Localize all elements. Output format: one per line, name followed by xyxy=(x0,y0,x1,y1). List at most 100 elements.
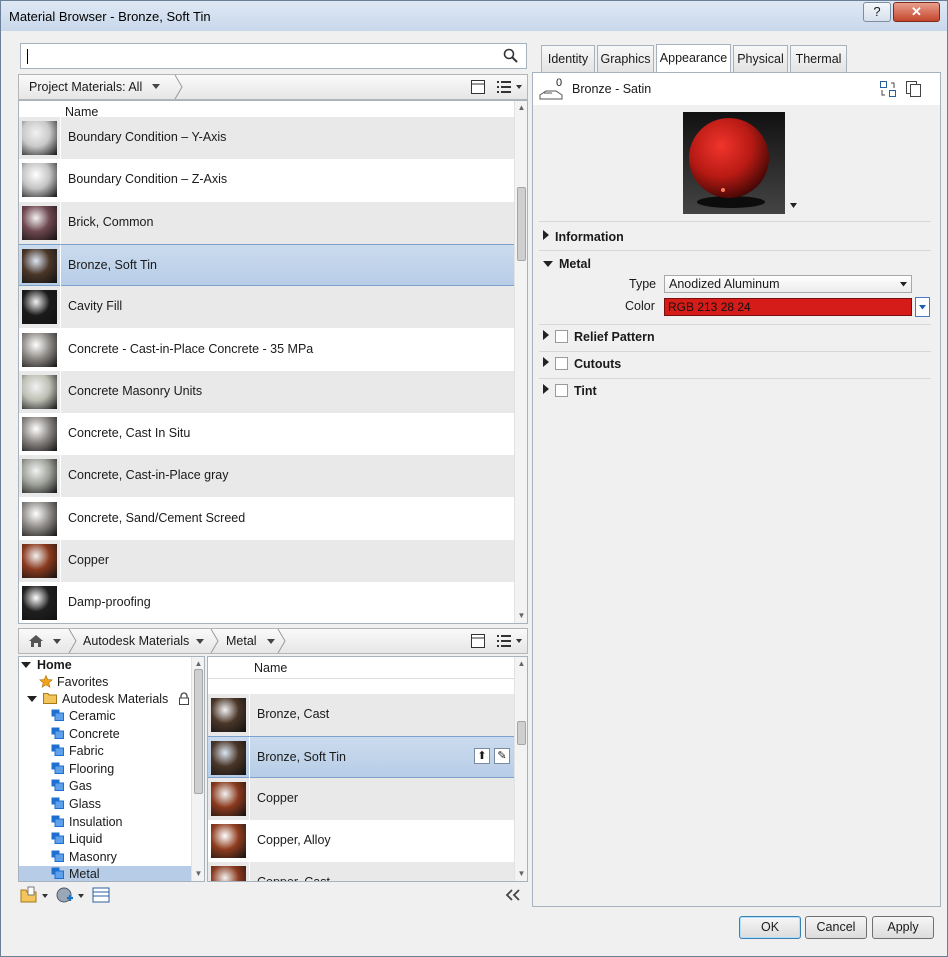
list-item[interactable]: Cavity Fill xyxy=(19,286,516,329)
list-item[interactable]: Copper, Cast xyxy=(208,862,516,881)
scroll-up-arrow[interactable]: ▲ xyxy=(517,103,526,112)
section-relief-pattern[interactable]: Relief Pattern xyxy=(543,330,655,344)
tree-item-flooring[interactable]: Flooring xyxy=(19,761,191,778)
relief-pattern-checkbox[interactable] xyxy=(555,330,568,343)
library-list-scrollbar[interactable]: ▲ ▼ xyxy=(514,657,527,881)
tab-graphics[interactable]: Graphics xyxy=(597,45,654,72)
tint-checkbox[interactable] xyxy=(555,384,568,397)
tree-item-insulation[interactable]: Insulation xyxy=(19,814,191,831)
ok-button[interactable]: OK xyxy=(739,916,801,939)
section-metal[interactable]: Metal xyxy=(543,257,591,271)
library-breadcrumb: Autodesk Materials Metal xyxy=(18,628,528,654)
add-to-document-icon[interactable]: ⬆ xyxy=(474,748,490,764)
panel-toggle-icon[interactable] xyxy=(470,79,486,95)
tab-thermal[interactable]: Thermal xyxy=(790,45,847,72)
breadcrumb-autodesk-materials[interactable]: Autodesk Materials xyxy=(75,629,197,653)
tree-item-masonry[interactable]: Masonry xyxy=(19,849,191,866)
tree-item-favorites[interactable]: Favorites xyxy=(39,674,108,691)
expand-arrow-icon[interactable] xyxy=(543,357,549,367)
expand-arrow-icon[interactable] xyxy=(543,384,549,394)
list-item[interactable]: Copper xyxy=(208,778,516,820)
list-item[interactable]: Concrete - Cast-in-Place Concrete - 35 M… xyxy=(19,328,516,371)
collapse-arrow-icon[interactable] xyxy=(27,696,37,702)
breadcrumb-metal[interactable]: Metal xyxy=(218,629,265,653)
tab-physical[interactable]: Physical xyxy=(733,45,788,72)
scroll-down-arrow[interactable]: ▼ xyxy=(517,869,526,878)
tab-identity[interactable]: Identity xyxy=(541,45,595,72)
tree-item-ceramic[interactable]: Ceramic xyxy=(19,708,191,725)
material-thumbnail xyxy=(211,866,246,881)
list-item[interactable]: Brick, Common xyxy=(19,201,516,244)
material-name: Bronze, Soft Tin xyxy=(257,750,346,764)
asset-browser-icon[interactable] xyxy=(91,886,111,904)
list-item[interactable]: Damp-proofing xyxy=(19,582,516,623)
list-item[interactable]: Bronze, Soft Tin ⬆ ✎ xyxy=(208,736,516,779)
help-button[interactable]: ? xyxy=(863,2,891,22)
section-tint[interactable]: Tint xyxy=(543,384,597,398)
column-separator xyxy=(60,582,61,623)
list-item[interactable]: Boundary Condition – Z-Axis xyxy=(19,159,516,202)
tree-item-liquid[interactable]: Liquid xyxy=(19,831,191,848)
expand-arrow-icon[interactable] xyxy=(543,330,549,340)
scroll-thumb[interactable] xyxy=(517,721,526,745)
material-thumbnail xyxy=(22,586,57,621)
scroll-down-arrow[interactable]: ▼ xyxy=(194,869,203,878)
section-information[interactable]: Information xyxy=(543,230,624,244)
color-swatch[interactable]: RGB 213 28 24 xyxy=(664,298,912,316)
close-button[interactable]: ✕ xyxy=(893,2,940,22)
tree-item-glass[interactable]: Glass xyxy=(19,796,191,813)
list-item[interactable]: Concrete, Sand/Cement Screed xyxy=(19,497,516,540)
section-cutouts[interactable]: Cutouts xyxy=(543,357,621,371)
scroll-down-arrow[interactable]: ▼ xyxy=(517,611,526,620)
expand-arrow-icon[interactable] xyxy=(543,230,549,240)
list-item[interactable]: Copper xyxy=(19,540,516,582)
project-filter-dropdown[interactable]: Project Materials: All xyxy=(21,75,170,99)
tree-item-concrete[interactable]: Concrete xyxy=(19,726,191,743)
list-item[interactable]: Concrete Masonry Units xyxy=(19,370,516,413)
chevron-down-icon[interactable] xyxy=(790,203,798,209)
list-item[interactable]: Boundary Condition – Y-Axis xyxy=(19,117,516,159)
duplicate-asset-icon[interactable] xyxy=(905,80,923,98)
chevron-down-icon[interactable] xyxy=(196,638,206,646)
cancel-button[interactable]: Cancel xyxy=(805,916,867,939)
cutouts-checkbox[interactable] xyxy=(555,357,568,370)
home-icon[interactable] xyxy=(27,633,45,649)
type-dropdown[interactable]: Anodized Aluminum xyxy=(664,275,912,293)
panel-toggle-icon[interactable] xyxy=(470,633,486,649)
scroll-up-arrow[interactable]: ▲ xyxy=(194,659,203,668)
tab-appearance[interactable]: Appearance xyxy=(656,44,731,73)
chevron-down-icon[interactable] xyxy=(53,638,63,646)
list-item[interactable]: Concrete, Cast-in-Place gray xyxy=(19,455,516,498)
list-item[interactable]: Bronze, Soft Tin xyxy=(19,243,516,287)
scroll-up-arrow[interactable]: ▲ xyxy=(517,659,526,668)
list-item[interactable]: Concrete, Cast In Situ xyxy=(19,413,516,456)
project-materials-list: Name Boundary Condition – Y-Axis Boundary… xyxy=(18,100,528,624)
tree-item-autodesk-materials[interactable]: Autodesk Materials xyxy=(27,691,190,708)
material-preview[interactable] xyxy=(683,112,785,214)
tree-item-metal[interactable]: Metal xyxy=(19,866,191,881)
chevron-down-icon[interactable] xyxy=(267,638,277,646)
create-material-icon[interactable] xyxy=(56,886,86,904)
list-view-icon[interactable] xyxy=(496,79,524,95)
list-view-icon[interactable] xyxy=(496,633,524,649)
list-item[interactable]: Copper, Alloy xyxy=(208,820,516,862)
collapse-panel-icon[interactable] xyxy=(504,888,522,902)
replace-asset-icon[interactable] xyxy=(879,80,897,98)
tree-scrollbar[interactable]: ▲ ▼ xyxy=(191,657,204,881)
edit-material-icon[interactable]: ✎ xyxy=(494,748,510,764)
tree-item-gas[interactable]: Gas xyxy=(19,778,191,795)
scroll-thumb[interactable] xyxy=(517,187,526,261)
scroll-thumb[interactable] xyxy=(194,669,203,794)
project-list-scrollbar[interactable]: ▲ ▼ xyxy=(514,101,527,623)
list-item[interactable]: Bronze, Cast xyxy=(208,694,516,736)
search-input[interactable] xyxy=(20,43,527,69)
collapse-arrow-icon[interactable] xyxy=(21,662,31,668)
search-icon[interactable] xyxy=(502,47,520,65)
color-options-button[interactable] xyxy=(915,297,930,317)
column-name-header[interactable]: Name xyxy=(254,661,287,675)
apply-button[interactable]: Apply xyxy=(872,916,934,939)
tree-item-fabric[interactable]: Fabric xyxy=(19,743,191,760)
collapse-arrow-icon[interactable] xyxy=(543,261,553,267)
tree-item-home[interactable]: Home xyxy=(19,657,72,674)
open-library-icon[interactable] xyxy=(20,886,50,904)
